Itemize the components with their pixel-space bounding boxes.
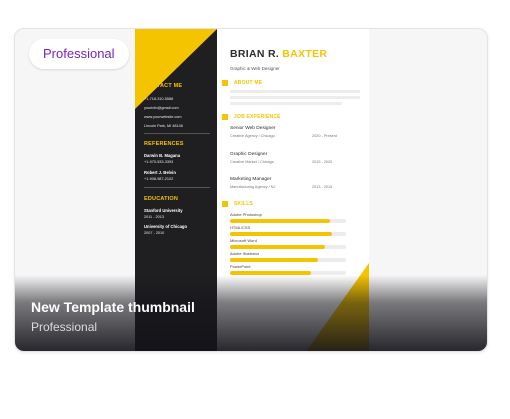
contact-heading: CONTACT ME <box>144 83 183 89</box>
contact-line: yourinfo@gmail.com <box>144 106 179 110</box>
contact-line: Lincoln Park, MI 48146 <box>144 124 183 128</box>
reference-name: Darwin B. Magana <box>144 153 181 158</box>
reference-name: Robert J. Belvin <box>144 170 176 175</box>
template-category: Professional <box>31 320 98 334</box>
education-years: 2011 - 2013 <box>144 215 164 219</box>
contact-line: www.yourwebsite.com <box>144 115 182 119</box>
references-heading: REFERENCES <box>144 141 184 147</box>
template-card[interactable]: Professional CONTACT ME +1-718-310-5588 … <box>14 28 488 352</box>
education-years: 2007 - 2010 <box>144 231 165 235</box>
education-school: University of Chicago <box>144 224 188 229</box>
education-school: Stanford University <box>144 208 183 213</box>
divider <box>144 187 210 188</box>
template-title: New Template thumbnail <box>31 299 195 315</box>
divider <box>144 133 210 134</box>
contact-line: +1-718-310-5588 <box>144 97 174 101</box>
reference-phone: +1-970-533-3393 <box>144 160 174 164</box>
category-badge: Professional <box>29 39 129 69</box>
education-heading: EDUCATION <box>144 196 179 202</box>
reference-phone: +1-908-987-2102 <box>144 177 174 181</box>
